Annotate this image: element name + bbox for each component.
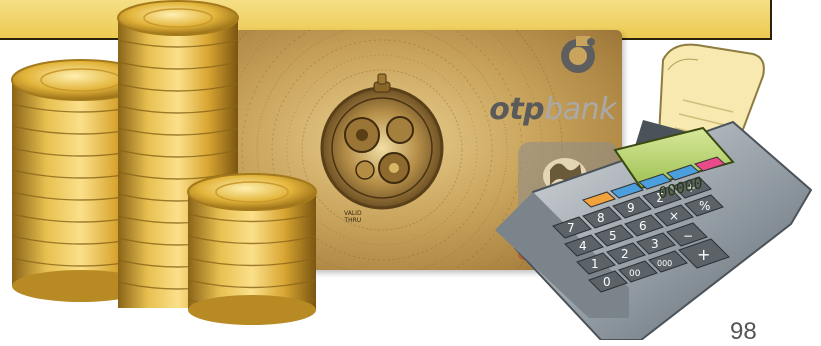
valid-thru-label: VALID THRU bbox=[344, 210, 362, 224]
key-1: 1 bbox=[591, 257, 599, 271]
key-9: 9 bbox=[627, 201, 635, 215]
key-000: 000 bbox=[657, 259, 672, 268]
key-percent: % bbox=[699, 199, 710, 213]
key-2: 2 bbox=[621, 247, 629, 261]
key-6: 6 bbox=[639, 219, 647, 233]
key-minus: − bbox=[683, 229, 693, 243]
page-number: 98 bbox=[730, 318, 757, 345]
key-4: 4 bbox=[579, 239, 587, 253]
pocket-watch-icon bbox=[320, 73, 444, 210]
key-5: 5 bbox=[609, 229, 617, 243]
key-plus: + bbox=[697, 245, 710, 264]
slide-scene: otpbank VALID THRU 7 8 9 Σ + 4 5 6 × % 1… bbox=[0, 0, 821, 345]
key-00: 00 bbox=[629, 269, 641, 279]
coin-stack-icon bbox=[11, 0, 317, 325]
key-times: × bbox=[669, 209, 679, 223]
key-8: 8 bbox=[597, 211, 605, 225]
calculator-device: 78 9Σ + 45 6 × % 12 3− 0 00 000 + 00000 bbox=[493, 40, 815, 341]
key-3: 3 bbox=[651, 237, 659, 251]
key-7: 7 bbox=[567, 221, 575, 235]
coin-stack-front bbox=[187, 173, 317, 325]
calculator-icon: 78 9Σ + 45 6× % 12 3− 000 000 + bbox=[495, 43, 813, 341]
key-0: 0 bbox=[603, 275, 611, 289]
